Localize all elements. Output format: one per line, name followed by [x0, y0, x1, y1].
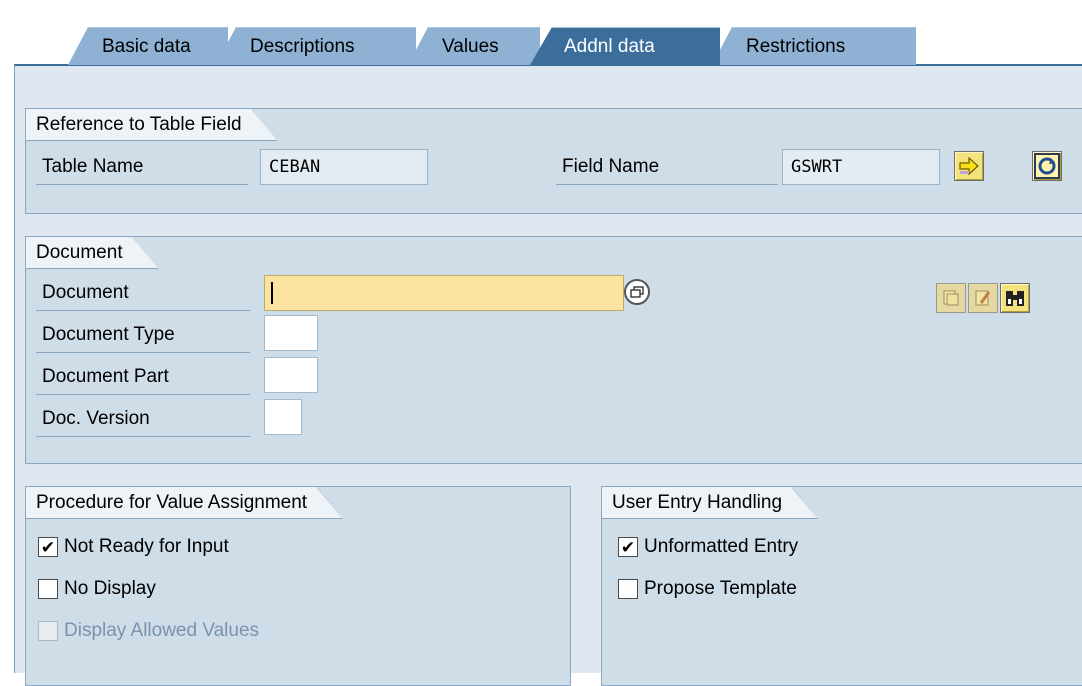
tab-label: Descriptions	[250, 35, 355, 57]
procedure-group: Procedure for Value Assignment ✔ Not Rea…	[25, 486, 571, 686]
tab-content-panel: Reference to Table Field Table Name CEBA…	[14, 64, 1082, 686]
window-icon[interactable]	[624, 279, 650, 305]
no-display-label: No Display	[64, 578, 156, 599]
document-label: Document	[36, 275, 250, 311]
refresh-icon[interactable]	[1032, 151, 1062, 181]
binoculars-icon[interactable]	[1000, 283, 1030, 313]
tab-label: Restrictions	[746, 35, 846, 57]
user-entry-group-title: User Entry Handling	[602, 487, 818, 519]
change-document-icon[interactable]	[968, 283, 998, 313]
arrow-right-icon[interactable]	[954, 151, 984, 181]
document-type-label: Document Type	[36, 317, 250, 353]
tab-values[interactable]: Values	[408, 27, 540, 65]
document-group: Document Document Document Type Document…	[25, 236, 1082, 464]
text-cursor	[271, 282, 273, 304]
no-display-option[interactable]: No Display	[38, 573, 156, 605]
propose-template-checkbox[interactable]	[618, 579, 638, 599]
table-name-label: Table Name	[36, 149, 248, 185]
not-ready-for-input-label: Not Ready for Input	[64, 536, 229, 557]
tab-restrictions[interactable]: Restrictions	[712, 27, 916, 65]
reference-group-title: Reference to Table Field	[26, 109, 278, 141]
tab-label: Addnl data	[564, 35, 655, 57]
document-field[interactable]	[264, 275, 624, 311]
not-ready-for-input-option[interactable]: ✔ Not Ready for Input	[38, 531, 229, 563]
tab-basic-data[interactable]: Basic data	[68, 27, 228, 65]
no-display-checkbox[interactable]	[38, 579, 58, 599]
display-allowed-values-checkbox	[38, 621, 58, 641]
tab-addnl-data[interactable]: Addnl data	[530, 27, 720, 65]
display-allowed-values-label: Display Allowed Values	[64, 620, 260, 641]
unformatted-entry-option[interactable]: ✔ Unformatted Entry	[618, 531, 798, 563]
document-type-field[interactable]	[264, 315, 318, 351]
document-part-label: Document Part	[36, 359, 250, 395]
field-name-field[interactable]: GSWRT	[782, 149, 940, 185]
unformatted-entry-label: Unformatted Entry	[644, 536, 799, 557]
document-group-title: Document	[26, 237, 159, 269]
doc-version-field[interactable]	[264, 399, 302, 435]
user-entry-group: User Entry Handling ✔ Unformatted Entry …	[601, 486, 1082, 686]
document-part-field[interactable]	[264, 357, 318, 393]
unformatted-entry-checkbox[interactable]: ✔	[618, 537, 638, 557]
doc-version-label: Doc. Version	[36, 401, 250, 437]
tab-descriptions[interactable]: Descriptions	[216, 27, 416, 65]
reference-group: Reference to Table Field Table Name CEBA…	[25, 108, 1082, 214]
tab-strip: Basic data Descriptions Values Restricti…	[0, 0, 1082, 66]
tab-label: Values	[442, 35, 499, 57]
field-name-label: Field Name	[556, 149, 778, 185]
not-ready-for-input-checkbox[interactable]: ✔	[38, 537, 58, 557]
display-allowed-values-option: Display Allowed Values	[38, 615, 259, 647]
tab-label: Basic data	[102, 35, 191, 57]
create-document-icon[interactable]	[936, 283, 966, 313]
procedure-group-title: Procedure for Value Assignment	[26, 487, 343, 519]
propose-template-option[interactable]: Propose Template	[618, 573, 797, 605]
table-name-field[interactable]: CEBAN	[260, 149, 428, 185]
propose-template-label: Propose Template	[644, 578, 797, 599]
